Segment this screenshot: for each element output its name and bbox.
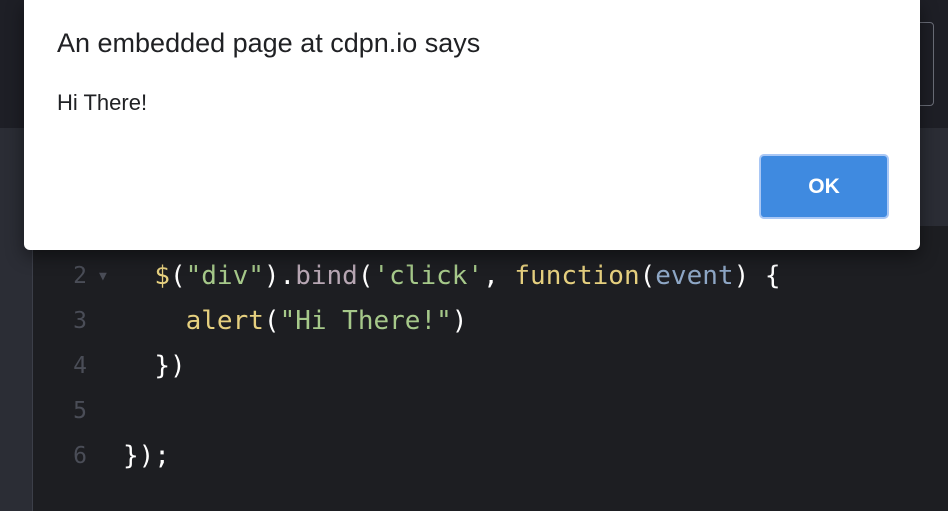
- line-number: 5: [73, 398, 87, 424]
- dialog-title: An embedded page at cdpn.io says: [57, 28, 481, 58]
- code-token: (: [639, 261, 656, 291]
- code-token: (: [169, 261, 186, 291]
- code-text: });: [123, 434, 170, 479]
- code-token: ).: [263, 261, 296, 291]
- code-token: (: [263, 306, 280, 336]
- alert-dialog: An embedded page at cdpn.io says Hi Ther…: [24, 0, 920, 250]
- ok-button[interactable]: OK: [759, 154, 889, 219]
- code-line[interactable]: 4 }): [33, 344, 948, 389]
- code-line[interactable]: 3 alert("Hi There!"): [33, 299, 948, 344]
- code-token: }): [154, 351, 186, 381]
- code-editor[interactable]: 2 ▼ $("div").bind('click', function(event…: [33, 226, 948, 511]
- code-line[interactable]: 5: [33, 389, 948, 434]
- code-line[interactable]: 2 ▼ $("div").bind('click', function(event…: [33, 254, 948, 299]
- code-token: ,: [483, 261, 515, 291]
- code-token: "Hi There!": [279, 306, 452, 336]
- code-line[interactable]: 6});: [33, 434, 948, 479]
- fold-arrow-icon[interactable]: ▼: [99, 254, 107, 299]
- code-token: "div": [185, 261, 264, 291]
- line-number: 4: [73, 353, 87, 379]
- code-text: alert("Hi There!"): [123, 299, 468, 344]
- line-number: 6: [73, 443, 87, 469]
- line-number: 2: [73, 263, 87, 289]
- code-text: $("div").bind('click', function(event) {: [123, 254, 781, 299]
- code-token: });: [123, 441, 170, 471]
- line-number: 3: [73, 308, 87, 334]
- code-token: ): [451, 306, 468, 336]
- dialog-message: Hi There!: [57, 90, 148, 115]
- code-text: }): [123, 344, 186, 389]
- code-token: $: [154, 261, 170, 291]
- code-token: function: [514, 261, 640, 291]
- code-token: ) {: [733, 261, 781, 291]
- code-token: event: [655, 261, 734, 291]
- code-token: (: [357, 261, 374, 291]
- code-token: alert: [185, 306, 264, 336]
- code-token: bind: [295, 261, 358, 291]
- code-token: 'click': [373, 261, 484, 291]
